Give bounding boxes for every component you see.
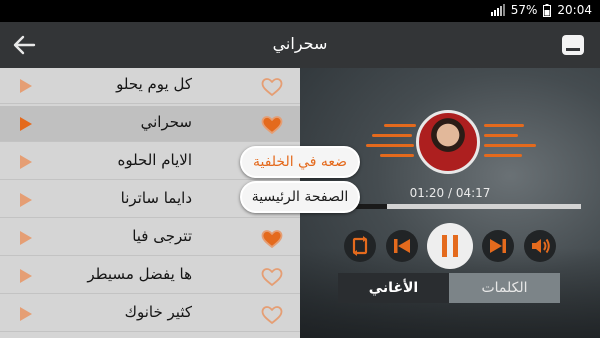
heart-icon[interactable] <box>261 305 283 325</box>
page-title: سحراني <box>272 34 328 53</box>
song-row[interactable]: كثير خانوك <box>0 296 300 332</box>
song-row[interactable]: تترجى فيا <box>0 220 300 256</box>
equalizer-bar <box>484 144 536 147</box>
signal-bars-icon <box>490 4 505 16</box>
equalizer-bar <box>484 124 524 127</box>
minimize-window-button[interactable] <box>562 35 584 55</box>
equalizer-bar <box>380 154 414 157</box>
song-title: سحراني <box>140 113 192 131</box>
repeat-icon <box>352 236 368 256</box>
song-row[interactable]: سحراني <box>0 106 300 142</box>
song-title: الايام الحلوه <box>117 151 192 169</box>
clock: 20:04 <box>557 3 592 17</box>
status-indicators: 57% 20:04 <box>490 3 592 17</box>
song-row[interactable]: ها يفضل مسيطر <box>0 258 300 294</box>
heart-icon[interactable] <box>261 229 283 249</box>
play-icon[interactable] <box>20 307 32 321</box>
song-row[interactable]: كل يوم يحلو <box>0 68 300 104</box>
equalizer-bar <box>484 154 522 157</box>
repeat-button[interactable] <box>344 230 376 262</box>
app-bar: سحراني <box>0 22 600 68</box>
equalizer-bar <box>484 134 518 137</box>
song-title: دايما ساترنا <box>120 189 192 207</box>
play-icon[interactable] <box>20 231 32 245</box>
home-page-option[interactable]: الصفحة الرئيسية <box>240 181 360 213</box>
next-button[interactable] <box>482 230 514 262</box>
heart-icon[interactable] <box>261 77 283 97</box>
heart-icon[interactable] <box>261 267 283 287</box>
song-title: كل يوم يحلو <box>116 75 192 93</box>
volume-button[interactable] <box>524 230 556 262</box>
tab-lyrics[interactable]: الكلمات <box>449 273 560 303</box>
play-icon[interactable] <box>20 117 32 131</box>
play-icon[interactable] <box>20 193 32 207</box>
song-title: ها يفضل مسيطر <box>87 265 192 283</box>
previous-button[interactable] <box>386 230 418 262</box>
volume-icon <box>532 238 550 254</box>
artist-avatar <box>416 110 480 174</box>
battery-icon <box>543 3 552 17</box>
heart-icon[interactable] <box>261 115 283 135</box>
play-icon[interactable] <box>20 155 32 169</box>
battery-percent: 57% <box>510 3 538 17</box>
previous-icon <box>394 239 410 253</box>
song-title: كثير خانوك <box>124 303 192 321</box>
player-tabs: الأغاني الكلمات <box>338 273 560 303</box>
play-icon[interactable] <box>20 269 32 283</box>
minimize-window-icon <box>566 48 580 51</box>
equalizer-bar <box>372 134 412 137</box>
equalizer-bar <box>366 144 414 147</box>
status-bar: 57% 20:04 <box>0 0 600 22</box>
pause-button[interactable] <box>427 223 473 269</box>
time-display: 01:20 / 04:17 <box>409 186 491 200</box>
pause-icon <box>442 235 458 257</box>
equalizer-bar <box>384 124 416 127</box>
tab-songs[interactable]: الأغاني <box>338 273 449 303</box>
next-icon <box>490 239 506 253</box>
song-title: تترجى فيا <box>132 227 192 245</box>
play-icon[interactable] <box>20 79 32 93</box>
play-in-background-option[interactable]: ضعه في الخلفية <box>240 146 360 178</box>
